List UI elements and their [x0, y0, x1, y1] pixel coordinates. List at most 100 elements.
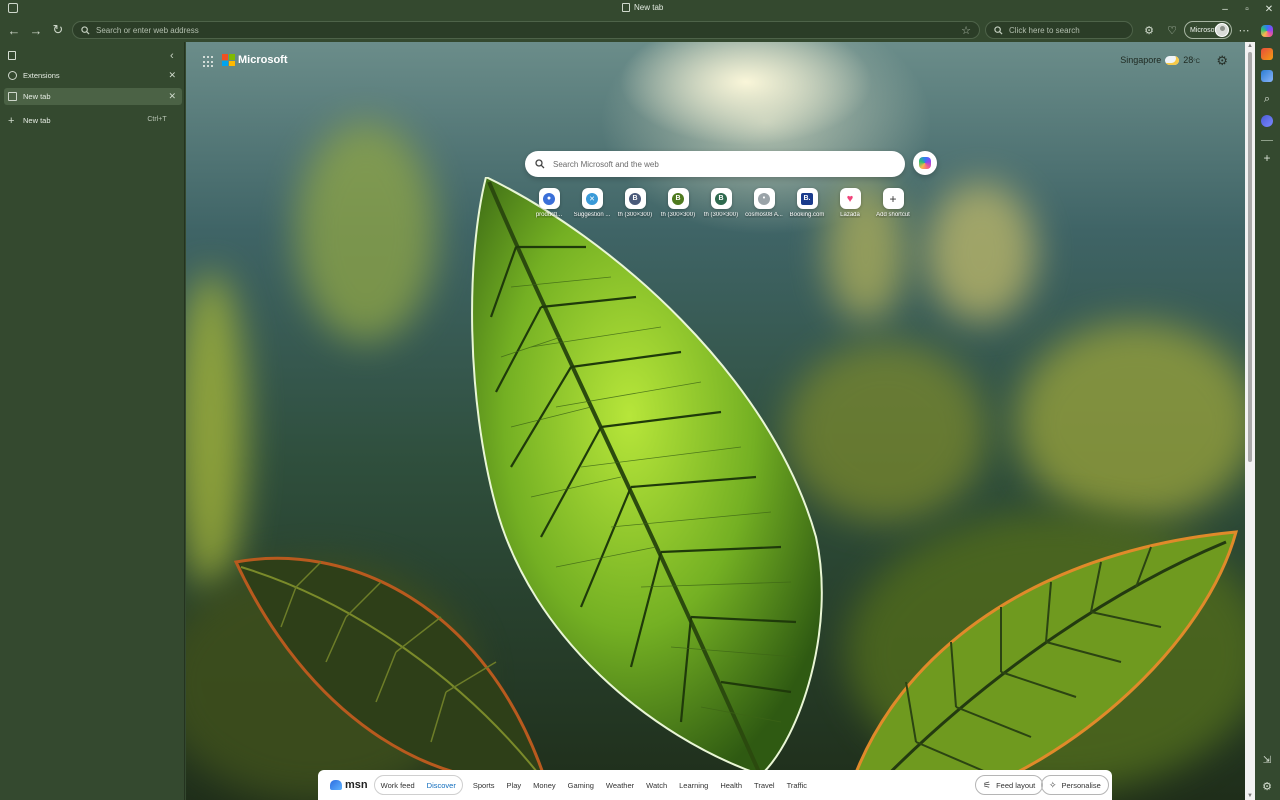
close-tab-button[interactable]: ✕	[168, 70, 176, 81]
page-settings-gear-icon[interactable]: ⚙	[1216, 53, 1228, 69]
quick-link[interactable]: B th (300×300)	[704, 188, 738, 218]
tools-icon[interactable]	[1261, 115, 1273, 127]
tab-label: Extensions	[23, 71, 60, 80]
workspaces-icon[interactable]	[8, 3, 18, 13]
quick-link-label: productl...	[535, 212, 563, 218]
quick-link[interactable]: ● productl...	[532, 188, 566, 218]
weather-widget[interactable]: Singapore 28°C	[1120, 55, 1200, 65]
copilot-icon[interactable]	[1261, 25, 1273, 37]
extensions-icon[interactable]: ⚙	[1141, 22, 1157, 38]
cosmos-site-icon: •	[758, 192, 770, 205]
search-icon	[535, 159, 545, 169]
forward-button[interactable]: →	[26, 20, 46, 40]
browser-essentials-icon[interactable]: ♡	[1164, 22, 1180, 38]
quick-link-label: Suggestion ...	[573, 212, 611, 218]
new-tab-page-icon	[8, 92, 17, 101]
address-bar[interactable]: Search or enter web address ☆	[72, 21, 980, 39]
quick-link[interactable]: B. Booking.com	[790, 188, 824, 218]
brand-name: Microsoft	[238, 54, 288, 66]
avatar	[1215, 23, 1229, 37]
quick-link-label: th (300×300)	[660, 212, 696, 218]
vertical-tabs-pane: ‹ Extensions ✕ New tab ✕ + New tab Ctrl+…	[0, 42, 185, 800]
microsoft-logo[interactable]: Microsoft	[222, 54, 288, 66]
tab-new-tab[interactable]: New tab ✕	[4, 88, 182, 105]
booking-site-icon: B.	[801, 192, 813, 205]
search-box-placeholder: Click here to search	[1009, 25, 1080, 35]
profile-button[interactable]: Microsoft	[1184, 21, 1232, 39]
scroll-up-arrow-icon[interactable]: ▲	[1247, 43, 1253, 49]
new-tab-page: Microsoft Singapore 28°C ⚙ Search Micros…	[186, 42, 1245, 800]
browser-toolbar: ← → ↻ Search or enter web address ☆ Clic…	[0, 18, 1280, 42]
new-tab-shortcut: Ctrl+T	[147, 116, 167, 123]
feed-link-money[interactable]: Money	[533, 781, 556, 790]
window-controls: – ▫ ✕	[1214, 0, 1280, 18]
copilot-icon	[919, 157, 931, 169]
side-leaf-image	[845, 530, 1239, 800]
tab-actions-icon[interactable]	[8, 51, 16, 60]
more-menu-icon[interactable]: ⋯	[1236, 22, 1252, 38]
feed-link-gaming[interactable]: Gaming	[568, 781, 594, 790]
collapse-pane-icon[interactable]: ‹	[170, 50, 174, 62]
feed-link-sports[interactable]: Sports	[473, 781, 495, 790]
page-scrollbar[interactable]: ▲ ▼	[1245, 42, 1255, 800]
scroll-down-arrow-icon[interactable]: ▼	[1247, 793, 1253, 799]
personalise-button[interactable]: ✧ Personalise	[1041, 775, 1109, 795]
close-window-button[interactable]: ✕	[1258, 0, 1280, 18]
segment-discover[interactable]: Discover	[425, 781, 458, 790]
web-search-input[interactable]: Search Microsoft and the web	[525, 151, 905, 177]
feed-link-play[interactable]: Play	[507, 781, 522, 790]
feed-layout-label: Feed layout	[996, 780, 1036, 790]
add-sidebar-app-icon[interactable]: +	[1261, 152, 1273, 164]
search-icon	[994, 25, 1003, 35]
feed-link-health[interactable]: Health	[720, 781, 742, 790]
back-button[interactable]: ←	[4, 20, 24, 40]
lazada-site-icon: ♥	[844, 192, 856, 205]
search-icon[interactable]: ⌕	[1261, 93, 1273, 105]
microsoft-logo-icon	[222, 54, 235, 66]
quick-link-label: cosmos08 A...	[745, 212, 783, 218]
bing-image-site-icon: B	[672, 192, 684, 205]
quick-link-label: th (300×300)	[703, 212, 739, 218]
hide-sidebar-icon[interactable]: ⇲	[1261, 755, 1273, 767]
restore-button[interactable]: ▫	[1236, 0, 1258, 18]
personalise-label: Personalise	[1061, 780, 1101, 790]
feed-link-weather[interactable]: Weather	[606, 781, 634, 790]
msn-logo[interactable]: msn	[330, 779, 368, 791]
sparkle-icon: ✧	[1049, 779, 1057, 790]
close-tab-button[interactable]: ✕	[168, 91, 176, 102]
add-shortcut-button[interactable]: + Add shortcut	[876, 188, 910, 218]
search-box[interactable]: Click here to search	[985, 21, 1133, 39]
copilot-button[interactable]	[913, 151, 937, 175]
quick-link[interactable]: • cosmos08 A...	[745, 188, 783, 218]
new-tab-label: New tab	[23, 116, 51, 125]
quick-link[interactable]: B th (300×300)	[618, 188, 652, 218]
sliders-icon: ⚟	[983, 779, 992, 790]
feed-link-traffic[interactable]: Traffic	[787, 781, 807, 790]
quick-link[interactable]: ✕ Suggestion ...	[573, 188, 611, 218]
feed-layout-button[interactable]: ⚟ Feed layout	[975, 775, 1044, 795]
favorite-star-icon[interactable]: ☆	[961, 24, 971, 37]
feed-link-travel[interactable]: Travel	[754, 781, 775, 790]
translate-icon[interactable]	[1261, 70, 1273, 82]
quick-link[interactable]: B th (300×300)	[661, 188, 695, 218]
office-icon[interactable]	[1261, 48, 1273, 60]
segment-work-feed[interactable]: Work feed	[379, 781, 417, 790]
quick-link[interactable]: ♥ Lazada	[833, 188, 867, 218]
app-launcher-icon[interactable]	[203, 56, 215, 68]
plus-icon: +	[887, 192, 899, 206]
new-tab-button[interactable]: + New tab Ctrl+T	[4, 112, 182, 129]
sidebar-settings-gear-icon[interactable]: ⚙	[1261, 781, 1273, 793]
feed-link-learning[interactable]: Learning	[679, 781, 708, 790]
quick-link-label: Booking.com	[789, 212, 825, 218]
minimize-button[interactable]: –	[1214, 0, 1236, 18]
tab-extensions[interactable]: Extensions ✕	[4, 67, 182, 84]
page-icon	[622, 3, 630, 12]
quick-link-label: th (300×300)	[617, 212, 653, 218]
refresh-button[interactable]: ↻	[48, 20, 68, 40]
window-title-text: New tab	[634, 3, 664, 12]
title-bar: New tab – ▫ ✕	[0, 0, 1280, 18]
scrollbar-thumb[interactable]	[1248, 52, 1252, 462]
search-icon	[81, 25, 90, 35]
web-search-placeholder: Search Microsoft and the web	[553, 159, 659, 169]
feed-link-watch[interactable]: Watch	[646, 781, 667, 790]
